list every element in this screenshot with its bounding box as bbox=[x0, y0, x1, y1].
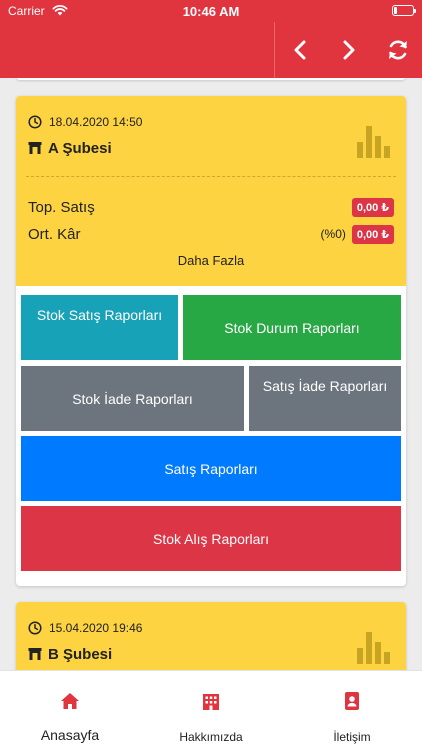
more-button[interactable]: Daha Fazla bbox=[16, 253, 406, 268]
sales-return-reports-button[interactable]: Satış İade Raporları bbox=[249, 366, 401, 431]
clock-time: 10:46 AM bbox=[182, 4, 240, 19]
branch-card: 18.04.2020 14:50 A Şubesi Top. Satış 0,0… bbox=[16, 96, 406, 586]
datetime-text: 15.04.2020 19:46 bbox=[49, 621, 143, 635]
clock-icon bbox=[28, 621, 42, 635]
divider bbox=[26, 176, 396, 177]
refresh-icon[interactable] bbox=[384, 36, 412, 64]
tab-about[interactable]: Hakkımızda bbox=[141, 671, 281, 750]
battery-icon bbox=[392, 5, 416, 16]
branch-list[interactable]: 18.04.2020 14:50 A Şubesi Top. Satış 0,0… bbox=[0, 78, 422, 670]
bar-chart-icon bbox=[357, 632, 390, 664]
total-sales-value: 0,00 ₺ bbox=[351, 197, 394, 217]
building-icon bbox=[203, 694, 219, 710]
sales-reports-button[interactable]: Satış Raporları bbox=[21, 436, 401, 501]
stock-status-reports-button[interactable]: Stok Durum Raporları bbox=[183, 295, 401, 360]
header-divider bbox=[274, 22, 275, 78]
chevron-right-icon[interactable] bbox=[334, 36, 362, 64]
avg-profit-percent: (%0) bbox=[320, 227, 346, 241]
chevron-left-icon[interactable] bbox=[287, 36, 315, 64]
status-bar: Carrier 10:46 AM bbox=[0, 0, 422, 22]
branch-card: 15.04.2020 19:46 B Şubesi bbox=[16, 602, 406, 670]
branch-title: B Şubesi bbox=[28, 644, 112, 664]
avg-profit-row: Ort. Kâr (%0) 0,00 ₺ bbox=[28, 223, 394, 245]
bar-chart-icon bbox=[357, 126, 390, 158]
stock-purchase-reports-button[interactable]: Stok Alış Raporları bbox=[21, 506, 401, 571]
report-datetime: 15.04.2020 19:46 bbox=[28, 620, 142, 636]
tab-home-label: Anasayfa bbox=[40, 727, 100, 743]
tab-bar: Anasayfa Hakkımızda İletişim bbox=[0, 670, 422, 750]
branch-title: A Şubesi bbox=[28, 138, 112, 158]
store-icon bbox=[28, 142, 42, 154]
branch-name: A Şubesi bbox=[48, 139, 112, 157]
app-header: Carrier 10:46 AM bbox=[0, 0, 422, 78]
report-buttons: Stok Satış Raporları Stok Durum Raporlar… bbox=[16, 286, 406, 586]
tab-home[interactable]: Anasayfa bbox=[0, 671, 140, 750]
branch-name: B Şubesi bbox=[48, 645, 113, 663]
branch-summary: 18.04.2020 14:50 A Şubesi Top. Satış 0,0… bbox=[16, 96, 406, 286]
stock-return-reports-button[interactable]: Stok İade Raporları bbox=[21, 366, 244, 431]
home-icon bbox=[61, 693, 79, 709]
avg-profit-label: Ort. Kâr bbox=[28, 225, 81, 243]
total-sales-label: Top. Satış bbox=[28, 198, 95, 216]
contact-card-icon bbox=[345, 692, 359, 710]
tab-contact-label: İletişim bbox=[333, 730, 371, 744]
datetime-text: 18.04.2020 14:50 bbox=[49, 115, 143, 129]
clock-icon bbox=[28, 115, 42, 129]
stock-sales-reports-button[interactable]: Stok Satış Raporları bbox=[21, 295, 178, 360]
report-datetime: 18.04.2020 14:50 bbox=[28, 114, 142, 130]
branch-summary: 15.04.2020 19:46 B Şubesi bbox=[16, 602, 406, 670]
avg-profit-value: 0,00 ₺ bbox=[351, 224, 394, 244]
previous-branch-card bbox=[16, 78, 406, 80]
store-icon bbox=[28, 648, 42, 660]
tab-contact[interactable]: İletişim bbox=[282, 671, 422, 750]
tab-about-label: Hakkımızda bbox=[179, 730, 243, 744]
total-sales-row: Top. Satış 0,00 ₺ bbox=[28, 196, 394, 218]
